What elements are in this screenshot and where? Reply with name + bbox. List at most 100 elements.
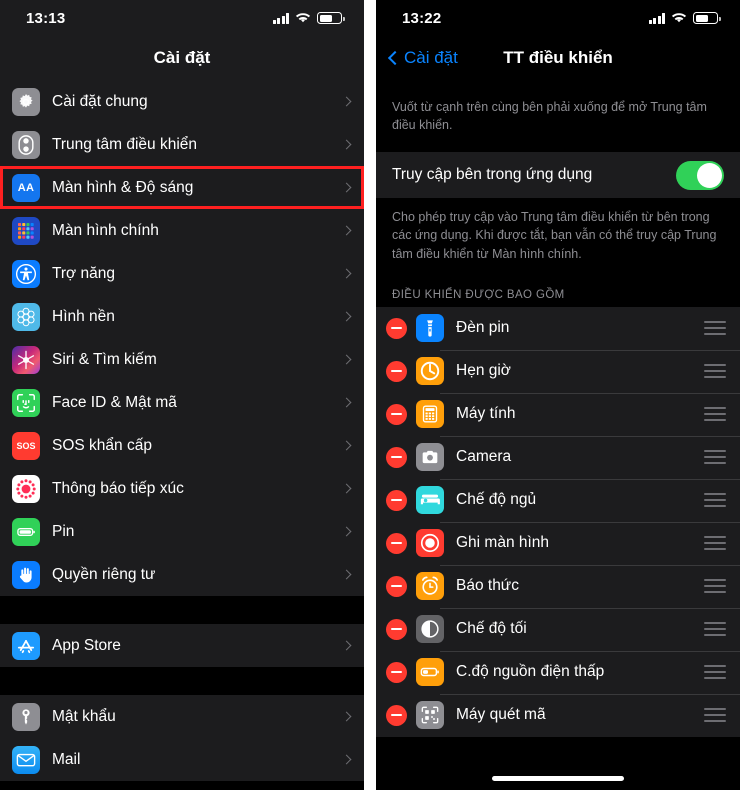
settings-row-wrapper: Siri & Tìm kiếm [0, 338, 364, 381]
control-row[interactable]: C.độ nguồn điện thấp [376, 650, 740, 694]
settings-row[interactable]: Face ID & Mật mã [0, 381, 364, 424]
alarm-clock-icon [416, 572, 444, 601]
exposure-notification-icon [12, 474, 40, 503]
accessibility-icon [12, 259, 40, 288]
right-phone-screen: 13:22 Cài đặt TT điều khiển Vuốt từ cạnh… [376, 0, 740, 790]
reorder-handle-icon[interactable] [704, 321, 726, 336]
settings-row-label: Face ID & Mật mã [52, 393, 177, 411]
remove-control-button[interactable] [386, 403, 407, 425]
settings-row[interactable]: Cài đặt chung [0, 80, 364, 123]
settings-row-label: Quyền riêng tư [52, 565, 156, 583]
settings-row[interactable]: Pin [0, 510, 364, 553]
chevron-left-icon [387, 50, 403, 66]
control-row[interactable]: Máy quét mã [376, 693, 740, 737]
reorder-handle-icon[interactable] [704, 407, 726, 422]
reorder-handle-icon[interactable] [704, 665, 726, 680]
control-row[interactable]: Báo thức [376, 564, 740, 608]
settings-row[interactable]: Hình nền [0, 295, 364, 338]
chevron-right-icon [341, 311, 352, 322]
reorder-handle-icon[interactable] [704, 536, 726, 551]
chevron-right-icon [341, 440, 352, 451]
chevron-right-icon [341, 96, 352, 107]
face-id-icon [12, 388, 40, 417]
in-app-access-row[interactable]: Truy cập bên trong ứng dụng [376, 152, 740, 199]
settings-row-label: Cài đặt chung [52, 92, 148, 110]
settings-row[interactable]: Trợ năng [0, 252, 364, 295]
settings-row[interactable]: AA Màn hình & Độ sáng [0, 166, 364, 209]
chevron-right-icon [341, 397, 352, 408]
remove-control-button[interactable] [386, 575, 407, 597]
chevron-right-icon [341, 483, 352, 494]
settings-row-wrapper: AA Màn hình & Độ sáng [0, 166, 364, 209]
control-row[interactable]: Ghi màn hình [376, 521, 740, 565]
settings-row-label: Siri & Tìm kiếm [52, 350, 157, 368]
left-phone-screen: 13:13 Cài đặt Cài đặt chung Trung tâm điề… [0, 0, 364, 790]
battery-icon [317, 12, 345, 24]
status-time: 13:22 [402, 9, 442, 27]
remove-control-button[interactable] [386, 489, 407, 511]
reorder-handle-icon[interactable] [704, 708, 726, 723]
reorder-handle-icon[interactable] [704, 622, 726, 637]
settings-row[interactable]: Thông báo tiếp xúc [0, 467, 364, 510]
right-nav-bar: Cài đặt TT điều khiển [376, 36, 740, 80]
back-button[interactable]: Cài đặt [387, 48, 458, 68]
battery-icon [12, 517, 40, 546]
settings-list: Cài đặt chung Trung tâm điều khiển AA Màn h… [0, 80, 364, 781]
settings-row[interactable]: Trung tâm điều khiển [0, 123, 364, 166]
section-gap [0, 596, 364, 624]
remove-control-button[interactable] [386, 446, 407, 468]
remove-control-button[interactable] [386, 618, 407, 640]
settings-row-wrapper: App Store [0, 624, 364, 667]
in-app-access-toggle[interactable] [676, 160, 724, 190]
settings-row-wrapper: Cài đặt chung [0, 80, 364, 123]
control-center-icon [12, 130, 40, 159]
screen-record-icon [416, 529, 444, 558]
control-row-label: Máy quét mã [456, 706, 546, 724]
settings-row[interactable]: Quyền riêng tư [0, 553, 364, 596]
included-controls-list: Đèn pin Hẹn giờ Máy tính Camera Chế độ ngủ Gh… [376, 306, 740, 737]
control-row-label: Báo thức [456, 577, 519, 595]
settings-row[interactable]: SOS SOS khẩn cấp [0, 424, 364, 467]
reorder-handle-icon[interactable] [704, 364, 726, 379]
key-icon [12, 702, 40, 731]
control-row[interactable]: Chế độ ngủ [376, 478, 740, 522]
settings-row-wrapper: Pin [0, 510, 364, 553]
control-row[interactable]: Đèn pin [376, 306, 740, 350]
home-screen-icon [12, 216, 40, 245]
sleep-bed-icon [416, 486, 444, 515]
chevron-right-icon [341, 354, 352, 365]
control-row[interactable]: Camera [376, 435, 740, 479]
status-icons [648, 12, 721, 24]
remove-control-button[interactable] [386, 360, 407, 382]
reorder-handle-icon[interactable] [704, 493, 726, 508]
control-row[interactable]: Chế độ tối [376, 607, 740, 651]
settings-row-label: SOS khẩn cấp [52, 436, 152, 454]
reorder-handle-icon[interactable] [704, 579, 726, 594]
wifi-icon [671, 13, 687, 23]
settings-row[interactable]: App Store [0, 624, 364, 667]
qr-scanner-icon [416, 701, 444, 730]
mail-icon [12, 745, 40, 774]
reorder-handle-icon[interactable] [704, 450, 726, 465]
settings-group: Mật khẩu Mail [0, 695, 364, 781]
settings-row[interactable]: Màn hình chính [0, 209, 364, 252]
settings-row[interactable]: Mật khẩu [0, 695, 364, 738]
left-nav-bar: Cài đặt [0, 36, 364, 80]
remove-control-button[interactable] [386, 661, 407, 683]
back-button-label: Cài đặt [404, 48, 458, 67]
remove-control-button[interactable] [386, 704, 407, 726]
settings-row[interactable]: Mail [0, 738, 364, 781]
settings-row-label: Trợ năng [52, 264, 116, 282]
settings-row-label: Màn hình & Độ sáng [52, 178, 194, 196]
control-row[interactable]: Máy tính [376, 392, 740, 436]
control-row[interactable]: Hẹn giờ [376, 349, 740, 393]
display-brightness-icon: AA [12, 173, 40, 202]
dark-mode-icon [416, 615, 444, 644]
control-row-label: Ghi màn hình [456, 534, 550, 552]
settings-row[interactable]: Siri & Tìm kiếm [0, 338, 364, 381]
settings-row-label: Pin [52, 522, 75, 540]
cellular-bars-icon [272, 12, 289, 24]
cellular-bars-icon [648, 12, 665, 24]
remove-control-button[interactable] [386, 317, 407, 339]
remove-control-button[interactable] [386, 532, 407, 554]
